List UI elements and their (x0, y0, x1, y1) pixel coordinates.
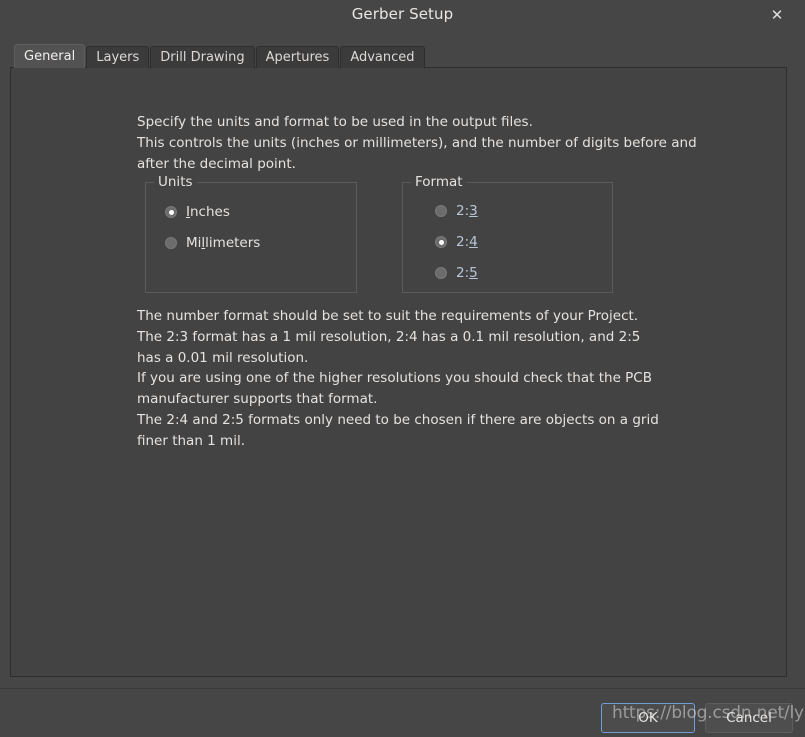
radio-format-2-4[interactable]: 2:4 (435, 234, 478, 250)
radio-dot-icon (435, 267, 447, 279)
cancel-button[interactable]: Cancel (705, 703, 793, 733)
radio-dot-icon (435, 236, 447, 248)
tab-layers[interactable]: Layers (86, 46, 150, 68)
units-group-title: Units (154, 174, 197, 190)
tab-apertures[interactable]: Apertures (255, 46, 340, 68)
format-group: Format 2:3 2:4 2:5 (402, 174, 613, 293)
title-bar: Gerber Setup ✕ (0, 0, 805, 32)
gerber-setup-dialog: Gerber Setup ✕ General Layers Drill Draw… (0, 0, 805, 737)
intro-description: Specify the units and format to be used … (137, 114, 697, 172)
tab-advanced[interactable]: Advanced (340, 46, 425, 68)
format-group-title: Format (411, 174, 467, 190)
tab-panel-general: Specify the units and format to be used … (10, 67, 787, 677)
radio-units-millimeters[interactable]: Millimeters (165, 235, 260, 251)
radio-dot-icon (165, 237, 177, 249)
radio-units-inches[interactable]: Inches (165, 204, 230, 220)
dialog-footer: OK Cancel (0, 688, 805, 737)
radio-format-2-3-label: 2:3 (456, 203, 478, 219)
radio-units-millimeters-label: Millimeters (186, 235, 261, 251)
radio-format-2-3[interactable]: 2:3 (435, 203, 478, 219)
radio-format-2-4-label: 2:4 (456, 234, 478, 250)
units-group: Units Inches Millimeters (145, 174, 357, 293)
radio-dot-icon (165, 206, 177, 218)
format-notes: The number format should be set to suit … (137, 308, 659, 449)
dialog-title: Gerber Setup (351, 5, 454, 23)
dialog-body: General Layers Drill Drawing Apertures A… (0, 32, 805, 688)
close-icon[interactable]: ✕ (765, 3, 789, 27)
radio-units-inches-label: Inches (186, 204, 230, 220)
tab-general[interactable]: General (14, 44, 86, 68)
tab-strip: General Layers Drill Drawing Apertures A… (14, 44, 426, 68)
ok-button[interactable]: OK (601, 703, 695, 733)
tab-drill-drawing[interactable]: Drill Drawing (150, 46, 255, 68)
radio-format-2-5[interactable]: 2:5 (435, 265, 478, 281)
radio-format-2-5-label: 2:5 (456, 265, 478, 281)
radio-dot-icon (435, 205, 447, 217)
